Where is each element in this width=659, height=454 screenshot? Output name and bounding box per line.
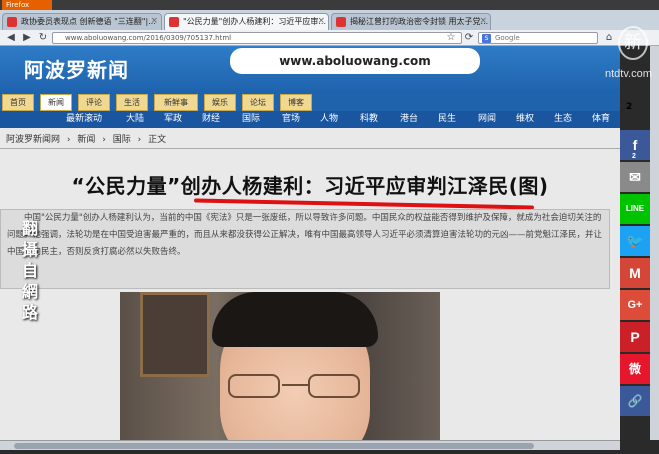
- favicon-icon: [7, 17, 17, 27]
- breadcrumb-site[interactable]: 阿波罗新闻网: [6, 135, 60, 145]
- refresh-icon[interactable]: ⟳: [462, 31, 476, 45]
- web-page: 阿波罗新闻 www.aboluowang.com 首页 新闻 评论 生活 新鲜事…: [0, 46, 620, 440]
- browser-tab-3[interactable]: 揭秘江曾打的政治密令封锁 用太子党... ×: [331, 13, 491, 30]
- url-bar[interactable]: www.aboluowang.com/2016/0309/705137.html: [52, 32, 462, 44]
- close-tab-icon[interactable]: ×: [317, 14, 325, 29]
- forward-icon[interactable]: ▶: [20, 31, 34, 45]
- browser-tab-2[interactable]: "公民力量"创办人杨建利：习近平应审... ×: [164, 13, 329, 30]
- subnav-hk-taiwan[interactable]: 港台: [400, 111, 418, 128]
- facebook-count: 2: [632, 153, 636, 160]
- link-icon[interactable]: 🔗: [620, 386, 650, 416]
- subnav-science[interactable]: 科教: [360, 111, 378, 128]
- breadcrumb: 阿波罗新闻网 › 新闻 › 国际 › 正文: [6, 132, 170, 145]
- favicon-icon: [336, 17, 346, 27]
- breadcrumb-separator: ›: [102, 135, 106, 145]
- reload-icon[interactable]: ↻: [36, 31, 50, 45]
- twitter-icon[interactable]: 🐦: [620, 226, 650, 256]
- subnav-military[interactable]: 军政: [164, 111, 182, 128]
- tab-commentary[interactable]: 评论: [78, 94, 110, 111]
- sub-navigation: 最新滚动 大陆 军政 财经 国际 官场 人物 科教 港台 民生 网闻 维权 生态…: [0, 111, 620, 128]
- ntd-mark-icon: 新: [618, 26, 648, 60]
- tab-life[interactable]: 生活: [116, 94, 148, 111]
- category-tabs: 首页 新闻 评论 生活 新鲜事 娱乐 论坛 博客: [0, 92, 620, 111]
- horizontal-scrollbar[interactable]: [0, 440, 620, 450]
- pinterest-icon[interactable]: P: [620, 322, 650, 352]
- tab-bar: 政协委员表现点 创新德语 "三连翻"|... × "公民力量"创办人杨建利：习近…: [0, 10, 659, 30]
- tab-home[interactable]: 首页: [2, 94, 34, 111]
- subnav-people[interactable]: 人物: [320, 111, 338, 128]
- divider: [0, 148, 620, 149]
- tab-label: 揭秘江曾打的政治密令封锁 用太子党...: [350, 17, 489, 26]
- browser-titlebar: Firefox: [0, 0, 659, 10]
- breadcrumb-news[interactable]: 新闻: [77, 135, 95, 145]
- subnav-sports[interactable]: 体育: [592, 111, 610, 128]
- google-icon: S: [482, 34, 491, 43]
- gmail-icon[interactable]: M: [620, 258, 650, 288]
- line-icon[interactable]: LINE: [620, 194, 650, 224]
- subnav-rights[interactable]: 维权: [516, 111, 534, 128]
- tab-label: "公民力量"创办人杨建利：习近平应审...: [183, 17, 326, 26]
- article-headline: “公民力量”创办人杨建利：习近平应审判江泽民(图): [71, 174, 549, 198]
- googleplus-icon[interactable]: G+: [620, 290, 650, 320]
- background-picture-frame: [140, 292, 210, 377]
- weibo-icon[interactable]: 微: [620, 354, 650, 384]
- breadcrumb-article: 正文: [148, 135, 167, 145]
- share-count: 2: [626, 102, 633, 112]
- breadcrumb-separator: ›: [137, 135, 142, 145]
- tab-forum[interactable]: 论坛: [242, 94, 274, 111]
- navigation-toolbar: ◀ ▶ ↻ www.aboluowang.com/2016/0309/70513…: [0, 30, 659, 46]
- tab-label: 政协委员表现点 创新德语 "三连翻"|...: [21, 17, 156, 26]
- tab-blog[interactable]: 博客: [280, 94, 312, 111]
- tab-entertainment[interactable]: 娱乐: [204, 94, 236, 111]
- subnav-international[interactable]: 国际: [242, 111, 260, 128]
- article-summary: 中国"公民力量"创办人杨建利认为，当前的中国《宪法》只是一张废纸，所以导致许多问…: [0, 209, 610, 289]
- search-placeholder: Google: [495, 34, 520, 42]
- search-input[interactable]: S Google: [478, 32, 598, 44]
- subnav-mainland[interactable]: 大陆: [126, 111, 144, 128]
- ntd-watermark: ntdtv.com: [605, 68, 652, 80]
- browser-tab-1[interactable]: 政协委员表现点 创新德语 "三连翻"|... ×: [2, 13, 162, 30]
- facebook-icon[interactable]: f 2: [620, 130, 650, 160]
- subnav-netnews[interactable]: 网闻: [478, 111, 496, 128]
- site-header: 阿波罗新闻 www.aboluowang.com: [0, 46, 620, 92]
- subnav-finance[interactable]: 财经: [202, 111, 220, 128]
- breadcrumb-separator: ›: [66, 135, 71, 145]
- back-icon[interactable]: ◀: [4, 31, 18, 45]
- article-photo: [120, 292, 440, 440]
- favicon-icon: [169, 17, 179, 27]
- source-caption: 翻攝自網路: [21, 219, 38, 322]
- scrollbar-thumb[interactable]: [14, 443, 534, 449]
- subnav-livelihood[interactable]: 民生: [438, 111, 456, 128]
- site-logo[interactable]: 阿波罗新闻: [24, 54, 129, 83]
- tab-trending[interactable]: 新鲜事: [154, 94, 198, 111]
- bookmark-star-icon[interactable]: ☆: [444, 31, 458, 45]
- tab-news[interactable]: 新闻: [40, 94, 72, 111]
- red-underline-annotation: [193, 198, 535, 210]
- subnav-ecology[interactable]: 生态: [554, 111, 572, 128]
- subnav-officialdom[interactable]: 官场: [282, 111, 300, 128]
- breadcrumb-international[interactable]: 国际: [113, 135, 131, 145]
- subnav-latest[interactable]: 最新滚动: [66, 111, 102, 128]
- person-hair: [212, 292, 378, 347]
- site-domain-banner: www.aboluowang.com: [230, 48, 480, 74]
- firefox-menu-button[interactable]: Firefox: [2, 0, 52, 10]
- vertical-scrollbar[interactable]: [650, 46, 659, 440]
- close-tab-icon[interactable]: ×: [150, 14, 158, 29]
- glasses-icon: [228, 374, 362, 400]
- close-tab-icon[interactable]: ×: [479, 14, 487, 29]
